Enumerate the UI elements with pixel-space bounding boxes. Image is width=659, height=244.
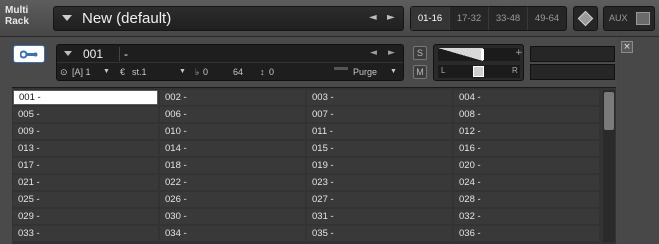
purge-menu[interactable]: Purge	[353, 67, 377, 77]
instrument-slot[interactable]: 028 -	[454, 192, 599, 207]
level-meter-right	[530, 64, 615, 80]
mute-button[interactable]: M	[413, 65, 427, 79]
instrument-slot[interactable]: 007 -	[307, 107, 452, 122]
purge-indicator	[334, 67, 348, 70]
instrument-slot[interactable]: 030 -	[160, 209, 305, 224]
instrument-slots-panel: 001 -002 -003 -004 - 005 -006 -007 -008 -…	[12, 87, 616, 244]
previous-preset-icon[interactable]: ◄	[369, 12, 377, 23]
pan-left-label: L	[441, 66, 446, 75]
instrument-slot[interactable]: 035 -	[307, 226, 452, 241]
tune-value[interactable]: 0	[203, 67, 208, 77]
rack-view-button[interactable]	[573, 6, 598, 31]
bank-tab-49-64[interactable]: 49-64	[528, 7, 566, 30]
app-title-line1: Multi	[5, 5, 29, 16]
instrument-slot[interactable]: 006 -	[160, 107, 305, 122]
instrument-slot[interactable]: 003 -	[307, 90, 452, 105]
volume-slider[interactable]: +	[438, 48, 523, 61]
instrument-slot[interactable]: 008 -	[454, 107, 599, 122]
close-icon[interactable]: ×	[621, 41, 633, 53]
instrument-name[interactable]: -	[124, 47, 128, 61]
tune-icon: ♭	[195, 67, 200, 77]
aux-label: AUX	[609, 13, 628, 23]
bank-tab-01-16[interactable]: 01-16	[411, 7, 450, 30]
aux-button[interactable]: AUX	[603, 6, 655, 31]
instrument-slot[interactable]: 015 -	[307, 141, 452, 156]
instrument-slot[interactable]: 002 -	[160, 90, 305, 105]
edit-instrument-button[interactable]	[13, 45, 45, 63]
instrument-slot[interactable]: 034 -	[160, 226, 305, 241]
instrument-slot[interactable]: 026 -	[160, 192, 305, 207]
preset-name: New (default)	[82, 10, 172, 27]
diamond-icon	[577, 10, 594, 27]
polyphony-icon: ↕	[260, 67, 265, 77]
instrument-slot[interactable]: 033 -	[13, 226, 158, 241]
output-dropdown-icon[interactable]: ▼	[103, 68, 110, 75]
volume-pan-controls: + L R	[433, 44, 524, 81]
instrument-slot[interactable]: 032 -	[454, 209, 599, 224]
instrument-slot[interactable]: 014 -	[160, 141, 305, 156]
instrument-slot[interactable]: 027 -	[307, 192, 452, 207]
pan-handle[interactable]	[473, 66, 484, 77]
scrollbar[interactable]	[603, 90, 615, 242]
midi-icon: €	[120, 67, 126, 77]
pan-slider[interactable]: L R	[438, 65, 520, 78]
midi-channel-select[interactable]: st.1	[132, 67, 147, 77]
instrument-slot[interactable]: 023 -	[307, 175, 452, 190]
output-select[interactable]: [A] 1	[72, 67, 91, 77]
pan-right-label: R	[512, 66, 518, 75]
instrument-slot[interactable]: 019 -	[307, 158, 452, 173]
volume-handle[interactable]	[481, 49, 484, 60]
instrument-number: 001	[83, 47, 104, 61]
level-meter-left	[530, 46, 615, 62]
next-preset-icon[interactable]: ►	[387, 12, 395, 23]
dropdown-arrow-icon[interactable]	[62, 15, 72, 21]
polyphony-value[interactable]: 0	[269, 67, 274, 77]
bank-tab-33-48[interactable]: 33-48	[489, 7, 528, 30]
bank-selector: 01-16 17-32 33-48 49-64	[410, 6, 567, 31]
instrument-slot[interactable]: 020 -	[454, 158, 599, 173]
instrument-slot[interactable]: 025 -	[13, 192, 158, 207]
output-icon: ⊙	[60, 67, 68, 77]
solo-button[interactable]: S	[413, 46, 427, 60]
wrench-icon	[20, 50, 38, 59]
instrument-slot[interactable]: 036 -	[454, 226, 599, 241]
volume-fill	[438, 48, 483, 61]
purge-dropdown-icon[interactable]: ▼	[390, 68, 397, 75]
instrument-slot[interactable]: 024 -	[454, 175, 599, 190]
midi-dropdown-icon[interactable]: ▼	[179, 68, 186, 75]
top-bar: Multi Rack New (default) ◄ ► 01-16 17-32…	[0, 0, 659, 37]
instrument-slot[interactable]: 021 -	[13, 175, 158, 190]
side-panel	[617, 37, 659, 244]
instrument-slot[interactable]: 010 -	[160, 124, 305, 139]
instrument-slot[interactable]: 004 -	[454, 90, 599, 105]
instrument-slot[interactable]: 029 -	[13, 209, 158, 224]
instrument-slot[interactable]: 017 -	[13, 158, 158, 173]
slot-grid: 001 -002 -003 -004 - 005 -006 -007 -008 -…	[13, 90, 601, 241]
volume-plus-label: +	[515, 48, 523, 58]
voices-value[interactable]: 64	[233, 67, 243, 77]
instrument-slot[interactable]: 018 -	[160, 158, 305, 173]
instrument-slot[interactable]: 022 -	[160, 175, 305, 190]
instrument-name-row[interactable]: 001 - ◄ ►	[57, 45, 403, 63]
instrument-slot[interactable]: 012 -	[454, 124, 599, 139]
instrument-slot[interactable]: 013 -	[13, 141, 158, 156]
next-instrument-icon[interactable]: ►	[388, 48, 395, 58]
instrument-params-row: ⊙ [A] 1 ▼ € st.1 ▼ ♭ 0 64 ↕ 0 Purge ▼	[57, 64, 403, 80]
instrument-slot[interactable]: 011 -	[307, 124, 452, 139]
app-title: Multi Rack	[5, 5, 29, 27]
instrument-slot[interactable]: 005 -	[13, 107, 158, 122]
preset-selector[interactable]: New (default) ◄ ►	[53, 6, 404, 31]
instrument-header: 001 - ◄ ► ⊙ [A] 1 ▼ € st.1 ▼ ♭ 0 64 ↕ 0 …	[56, 44, 404, 81]
instrument-slot[interactable]: 001 -	[13, 90, 158, 105]
instrument-slot[interactable]: 009 -	[13, 124, 158, 139]
previous-instrument-icon[interactable]: ◄	[370, 48, 377, 58]
divider	[119, 47, 120, 61]
bank-tab-17-32[interactable]: 17-32	[450, 7, 489, 30]
instrument-slot[interactable]: 016 -	[454, 141, 599, 156]
instrument-slot[interactable]: 031 -	[307, 209, 452, 224]
app-title-line2: Rack	[5, 16, 29, 27]
instrument-menu-icon[interactable]	[64, 51, 72, 56]
scrollbar-thumb[interactable]	[604, 92, 614, 130]
aux-toggle-icon[interactable]	[636, 12, 650, 25]
